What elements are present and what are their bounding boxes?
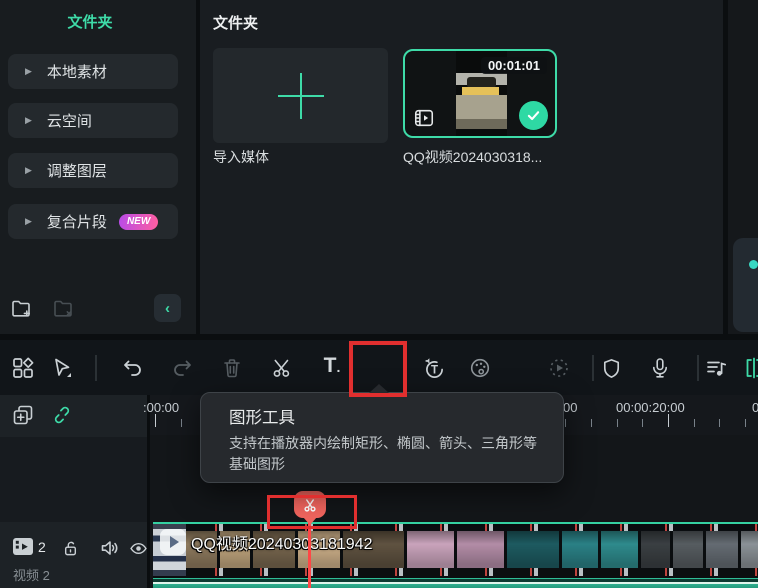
timeline-clip[interactable]: QQ视频20240303181942: [153, 522, 758, 578]
side-panel-fragment: [733, 238, 758, 332]
toolbar-divider: [95, 355, 97, 381]
clip-thumbnail-frame: [706, 531, 741, 568]
toolbar-divider: [592, 355, 594, 381]
ruler-tick: [744, 419, 746, 427]
caret-right-icon: ▶: [25, 66, 32, 76]
video-track-icon: [11, 536, 35, 558]
tooltip-title: 图形工具: [229, 409, 295, 427]
import-media-card[interactable]: [213, 48, 388, 143]
auto-split-icon[interactable]: [742, 356, 758, 380]
select-cursor-icon[interactable]: [50, 356, 74, 380]
audio-waveform-track[interactable]: [153, 578, 758, 588]
undo-icon[interactable]: [121, 356, 145, 380]
hide-track-icon[interactable]: [128, 538, 149, 559]
ruler-tick: [719, 419, 721, 427]
ruler-tick: [591, 419, 593, 427]
shield-icon[interactable]: [599, 356, 623, 380]
media-clip-card[interactable]: 00:01:01: [403, 49, 557, 138]
delete-icon[interactable]: [220, 356, 244, 380]
audio-list-icon[interactable]: [704, 356, 728, 380]
clip-thumbnail-frame: [673, 531, 706, 568]
plus-icon: [277, 72, 324, 119]
clip-filename: QQ视频20240303181942: [191, 536, 373, 553]
playhead-line[interactable]: [308, 516, 311, 588]
clip-thumbnail-frame: [562, 531, 601, 568]
selected-check-icon: [519, 101, 548, 130]
teal-handle-dot[interactable]: [749, 260, 758, 269]
clip-frame-marks: [186, 568, 758, 576]
video-file-icon: [413, 107, 435, 129]
add-folder-icon[interactable]: [10, 296, 34, 320]
sidebar-item-label: 调整图层: [46, 163, 107, 180]
delete-folder-icon: [52, 296, 76, 320]
track-number: 2: [38, 539, 46, 555]
shape-tool-tooltip: 图形工具 支持在播放器内绘制矩形、椭圆、箭头、三角形等基础图形: [200, 384, 564, 483]
ruler-label: 00:00:20:00: [616, 400, 685, 415]
media-sidebar: 文件夹 ▶ 本地素材 ▶ 云空间 ▶ 调整图层 ▶ 复合片段 NEW ‹: [0, 0, 196, 334]
sidebar-item-label: 复合片段: [46, 214, 107, 231]
caret-right-icon: ▶: [25, 216, 32, 226]
ruler-tick: [180, 419, 182, 427]
color-palette-icon[interactable]: [468, 356, 492, 380]
media-panel-title: 文件夹: [213, 15, 259, 32]
lock-track-icon[interactable]: [60, 538, 81, 559]
preview-panel-edge: [728, 0, 758, 334]
clip-thumbnail-frame: [601, 531, 641, 568]
record-voiceover-icon[interactable]: [648, 356, 672, 380]
collapse-sidebar-button[interactable]: ‹: [154, 294, 181, 322]
sidebar-item-local-media[interactable]: ▶ 本地素材: [8, 54, 178, 89]
redo-icon[interactable]: [170, 356, 194, 380]
speech-to-text-icon[interactable]: T: [422, 356, 446, 380]
playhead-cut-badge[interactable]: [294, 491, 326, 525]
clip-play-overlay-icon[interactable]: [160, 529, 186, 555]
media-clip-name: QQ视频2024030318...: [403, 149, 543, 165]
svg-text:T: T: [431, 364, 438, 376]
track-label: 视频 2: [13, 568, 50, 583]
sidebar-item-cloud-space[interactable]: ▶ 云空间: [8, 103, 178, 138]
tooltip-body: 支持在播放器内绘制矩形、椭圆、箭头、三角形等基础图形: [229, 435, 537, 472]
toolbar-divider: [697, 355, 699, 381]
add-track-icon[interactable]: [11, 403, 35, 427]
motion-tracking-icon[interactable]: [547, 356, 571, 380]
ruler-tick: [668, 414, 669, 427]
media-panel: 文件夹 导入媒体 00:01:01 QQ视频2024030318...: [200, 0, 723, 334]
clip-thumbnail-frame: [641, 531, 673, 568]
sidebar-item-label: 本地素材: [46, 64, 107, 81]
mute-track-icon[interactable]: [98, 536, 122, 560]
track-header-column: 2 视频 2: [0, 395, 150, 588]
sidebar-item-label: 云空间: [46, 113, 92, 130]
video-track-header: 2 视频 2: [0, 522, 147, 588]
sidebar-item-adjustment-layer[interactable]: ▶ 调整图层: [8, 153, 178, 188]
clip-thumbnail-frame: [507, 531, 562, 568]
link-clips-icon[interactable]: [51, 404, 73, 426]
split-scissors-icon[interactable]: [270, 356, 294, 380]
ruler-tick: [565, 419, 567, 427]
ruler-tick: [155, 414, 156, 427]
ruler-tick: [642, 419, 644, 427]
ruler-tick: [693, 419, 695, 427]
clip-thumbnail-frame: [741, 531, 758, 568]
text-tool-icon[interactable]: T.: [320, 354, 344, 378]
sidebar-title: 文件夹: [67, 14, 113, 31]
duration-badge: 00:01:01: [480, 57, 547, 74]
timeline-header-row: [0, 395, 147, 437]
ruler-label: 0: [752, 400, 758, 415]
filmora-app-window: 文件夹 ▶ 本地素材 ▶ 云空间 ▶ 调整图层 ▶ 复合片段 NEW ‹ 文件夹…: [0, 0, 758, 588]
ruler-label: :00:00: [143, 400, 180, 415]
sidebar-item-compound-clip[interactable]: ▶ 复合片段 NEW: [8, 204, 178, 239]
ruler-tick: [616, 419, 618, 427]
caret-right-icon: ▶: [25, 115, 32, 125]
ruler-label: 00: [563, 400, 578, 415]
clip-thumbnail-frame: [457, 531, 507, 568]
caret-right-icon: ▶: [25, 165, 32, 175]
tools-grid-icon[interactable]: [11, 356, 35, 380]
track-header-empty: [0, 437, 147, 522]
clip-thumbnail-frame: [407, 531, 457, 568]
import-media-label: 导入媒体: [213, 149, 269, 165]
new-badge: NEW: [118, 213, 159, 230]
